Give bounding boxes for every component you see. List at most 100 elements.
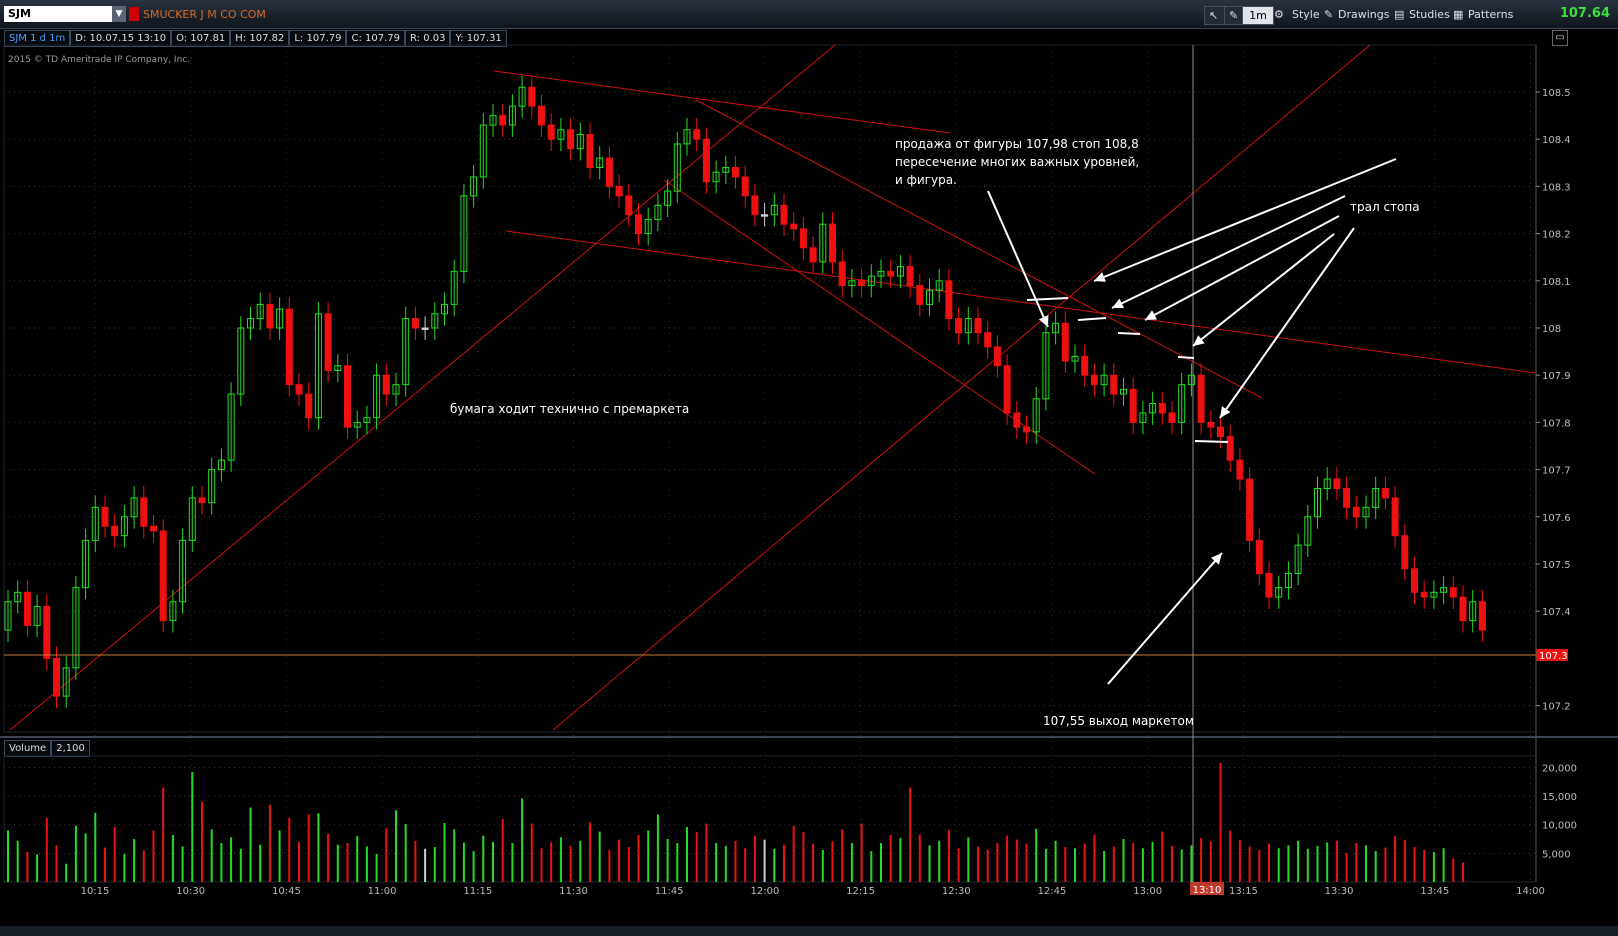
candle-body (732, 167, 739, 178)
candle-body (1343, 487, 1351, 508)
y-tick-label: 108.2 (1542, 230, 1571, 241)
candle-body (198, 497, 206, 504)
candle-body (295, 384, 303, 395)
volume-tick-label: 5,000 (1542, 849, 1571, 860)
candle-body (635, 214, 642, 235)
y-tick-label: 108.5 (1542, 88, 1571, 99)
candle-body (344, 365, 351, 428)
candle-body (586, 133, 594, 169)
candle-body (993, 346, 1001, 367)
volume-tick-label: 15,000 (1542, 792, 1577, 803)
x-tick-label: 10:30 (176, 886, 205, 897)
candle-body (1333, 478, 1341, 489)
x-tick-label: 10:45 (272, 886, 301, 897)
candle-body (615, 185, 623, 197)
candle-body (1003, 365, 1011, 414)
candle-body (1226, 436, 1234, 461)
x-tick-label: 12:30 (942, 886, 971, 897)
cursor-time-label: 13:10 (1193, 885, 1222, 896)
y-tick-label: 107.7 (1542, 466, 1571, 477)
trendline (663, 179, 1096, 475)
candle-body (799, 228, 807, 249)
candle-body (829, 223, 836, 263)
y-tick-label: 107.4 (1542, 607, 1571, 618)
volume-panel-frame (3, 755, 1537, 883)
candle-body (567, 129, 575, 150)
candle-body (1217, 426, 1224, 438)
candle-body (984, 332, 992, 348)
annotation-arrow (1144, 215, 1340, 321)
candle-body (43, 605, 51, 659)
x-tick-label: 14:00 (1516, 886, 1545, 897)
annotation-text: бумага ходит технично с премаркета (450, 402, 689, 416)
candle-body (150, 525, 157, 532)
annotation-arrow (1093, 158, 1397, 282)
candle-body (751, 195, 759, 216)
y-tick-label: 108.4 (1542, 135, 1571, 146)
candle-body (809, 247, 817, 263)
annotation-text: продажа от фигуры 107,98 стоп 108,8 (895, 137, 1139, 151)
x-tick-label: 11:30 (559, 886, 588, 897)
volume-tick-label: 20,000 (1542, 763, 1577, 774)
trendline (9, 44, 836, 731)
candle-body (1265, 572, 1273, 598)
candle-body (761, 214, 769, 217)
stop-level-mark (1026, 297, 1069, 301)
candle-body (382, 374, 390, 395)
candle-body (1246, 478, 1254, 541)
stop-level-mark (1117, 332, 1141, 335)
x-tick-label: 12:15 (846, 886, 875, 897)
y-tick-label: 107.5 (1542, 560, 1571, 571)
candle-body (1420, 591, 1428, 598)
annotation-arrow (1107, 552, 1223, 685)
candle-body (625, 195, 633, 216)
annotation-text: 107,55 выход маркетом (1043, 714, 1194, 728)
y-tick-label: 107.2 (1542, 702, 1571, 713)
y-tick-label: 107.6 (1542, 513, 1571, 524)
trendline (493, 70, 951, 134)
candle-body (1352, 506, 1360, 518)
candle-body (1013, 412, 1021, 428)
stop-level-mark (1194, 440, 1229, 443)
candle-body (906, 266, 914, 287)
candle-body (693, 129, 701, 140)
candle-body (1381, 487, 1389, 499)
candle-body (1081, 355, 1089, 376)
x-tick-label: 12:00 (750, 886, 779, 897)
price-chart[interactable]: 2015 © TD Ameritrade IP Company, Inc. 10… (0, 0, 1618, 936)
candle-body (1449, 587, 1457, 598)
candle-body (1090, 374, 1098, 386)
x-tick-label: 12:45 (1038, 886, 1067, 897)
price-marker-label: 107.3 (1539, 651, 1568, 662)
y-tick-label: 107.8 (1542, 418, 1571, 429)
y-tick-label: 108.3 (1542, 182, 1571, 193)
candle-body (887, 270, 895, 277)
status-bar (0, 926, 1618, 936)
candle-body (1236, 459, 1244, 480)
candle-body (945, 280, 953, 320)
stop-level-mark (1077, 317, 1107, 321)
x-tick-label: 13:15 (1229, 886, 1258, 897)
candle-body (1411, 568, 1418, 593)
candle-body (499, 115, 507, 126)
x-tick-label: 13:00 (1133, 886, 1162, 897)
annotation-text: пересечение многих важных уровней, (895, 155, 1139, 169)
candle-body (1459, 596, 1467, 622)
candle-body (1110, 374, 1118, 395)
candle-body (741, 176, 749, 197)
candle-body (1255, 539, 1263, 574)
candle-body (1197, 374, 1205, 423)
candle-body (421, 327, 429, 330)
x-tick-label: 11:15 (463, 886, 492, 897)
annotation-text: и фигура. (895, 173, 957, 187)
candle-body (1023, 426, 1030, 433)
candle-body (111, 525, 119, 537)
arrow-head (1220, 406, 1231, 418)
price-panel-frame (3, 44, 1537, 733)
arrow-head (1193, 335, 1205, 346)
x-tick-label: 13:30 (1325, 886, 1354, 897)
candle-body (411, 318, 419, 329)
candle-body (1129, 388, 1137, 423)
candle-body (916, 285, 924, 305)
candle-body (1391, 497, 1399, 537)
